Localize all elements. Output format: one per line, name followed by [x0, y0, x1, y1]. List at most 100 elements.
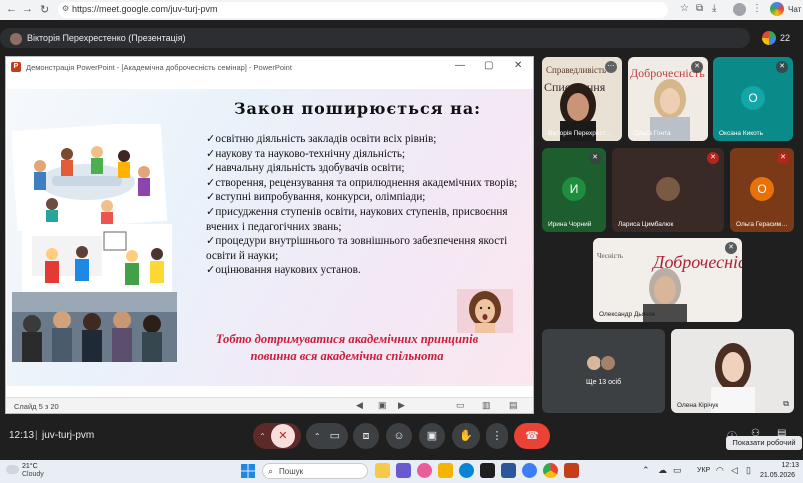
- more-options-button[interactable]: ⋮: [486, 423, 508, 449]
- battery-icon[interactable]: ▭: [673, 465, 682, 476]
- keyboard-language[interactable]: УКР: [697, 467, 710, 474]
- downloads-icon[interactable]: ⤓: [712, 3, 716, 14]
- previous-slide-icon[interactable]: ◀: [356, 400, 363, 411]
- slide-collage-image: [12, 124, 177, 362]
- maximize-icon[interactable]: ▢: [484, 60, 493, 71]
- normal-view-icon[interactable]: ▭: [456, 400, 465, 411]
- edge-icon[interactable]: [459, 463, 474, 478]
- present-button[interactable]: ⧈: [353, 423, 379, 449]
- chevron-up-icon[interactable]: ⌃: [314, 432, 321, 441]
- participant-avatar: И: [562, 177, 586, 201]
- reactions-button[interactable]: ☺: [386, 423, 412, 449]
- participant-video: Доброчесність Чесність: [593, 238, 742, 322]
- next-slide-icon[interactable]: ▶: [398, 400, 405, 411]
- mic-off-icon: ✕: [691, 61, 703, 73]
- wifi-icon[interactable]: ◠: [716, 465, 724, 476]
- participant-tile[interactable]: О ✕ Ольга Герасим…: [730, 148, 794, 232]
- chat-label[interactable]: Чат: [788, 5, 801, 14]
- meeting-code: juv-turj-pvm: [42, 430, 95, 441]
- taskbar-search-placeholder: Пошук: [279, 467, 304, 476]
- powerpoint-window: P Демонстрація PowerPoint - [Академічна …: [5, 56, 534, 414]
- participant-tile[interactable]: Справедливість Списування ⋯ Вікторія Пер…: [542, 57, 622, 141]
- widgets-icon[interactable]: [375, 463, 390, 478]
- participant-avatar: О: [741, 86, 765, 110]
- more-options-icon[interactable]: ⋯: [605, 61, 617, 73]
- back-icon[interactable]: ←: [6, 3, 17, 15]
- browser-toolbar: ← → ↻ ⚙ https://meet.google.com/juv-turj…: [0, 0, 803, 20]
- search-icon: ⌕: [268, 466, 274, 476]
- extensions-icon[interactable]: ⧉: [696, 3, 703, 14]
- powerpoint-window-title: Демонстрація PowerPoint - [Академічна до…: [26, 63, 292, 72]
- clock-date[interactable]: 21.05.2026: [760, 472, 795, 479]
- menu-dots-icon[interactable]: ⋮: [752, 3, 762, 14]
- reload-icon[interactable]: ↻: [40, 3, 49, 16]
- clock-time[interactable]: 12:13: [771, 462, 799, 469]
- participant-tile[interactable]: Доброчесність Чесність ✕ Олександр Дьячо…: [593, 238, 742, 322]
- slide-footer-quote: Тобто дотримуватися академічних принципі…: [215, 332, 479, 363]
- slide-bullet: ✓наукову та науково-технічну діяльність;: [206, 147, 406, 160]
- separator: |: [35, 430, 38, 441]
- participant-tile[interactable]: Доброчесність ✕ Ольга Гонта: [628, 57, 708, 141]
- powerpoint-taskbar-icon[interactable]: [564, 463, 579, 478]
- slide-bg-word: Чесність: [597, 252, 623, 260]
- camera-icon[interactable]: ▭: [330, 430, 340, 442]
- file-explorer-icon[interactable]: [438, 463, 453, 478]
- participant-tile[interactable]: О ✕ Оксана Кикоть: [713, 57, 793, 141]
- captions-icon: ▣: [426, 430, 438, 442]
- slideshow-view-icon[interactable]: ▤: [509, 400, 518, 411]
- slide-heading: Закон поширюється на:: [234, 99, 482, 118]
- site-info-icon[interactable]: ⚙: [62, 4, 69, 13]
- battery-status-icon[interactable]: ▯: [746, 465, 751, 476]
- slide: Закон поширюється на: ✓освітню діяльніст…: [7, 89, 533, 386]
- weather-temperature[interactable]: 21°C: [22, 463, 38, 470]
- slide-bullet: ✓присудження ступенів освіти, наукових с…: [206, 205, 508, 233]
- mic-off-icon: ✕: [589, 152, 601, 164]
- gemini-icon[interactable]: [770, 2, 784, 16]
- participant-tile[interactable]: ✕ Лариса Цимбалюк: [612, 148, 724, 232]
- reading-view-icon[interactable]: ▥: [482, 400, 491, 411]
- captions-button[interactable]: ▣: [419, 423, 445, 449]
- end-call-button[interactable]: ☎: [514, 423, 550, 449]
- cloud-sync-icon[interactable]: ☁: [658, 465, 667, 476]
- zoom-icon[interactable]: [522, 463, 537, 478]
- camera-control[interactable]: ⌃ ▭: [306, 423, 348, 449]
- cloud-icon: [6, 465, 19, 474]
- participant-tile[interactable]: И ✕ Ирина Чорний: [542, 148, 606, 232]
- tile-options-icon[interactable]: ⧉: [783, 399, 789, 409]
- bookmark-star-icon[interactable]: ☆: [680, 3, 689, 14]
- chevron-up-icon[interactable]: ⌃: [642, 465, 650, 476]
- copilot-icon[interactable]: [417, 463, 432, 478]
- slide-bullet: ✓освітню діяльність закладів освіти всіх…: [206, 133, 437, 145]
- word-icon[interactable]: [501, 463, 516, 478]
- slide-sorter-icon[interactable]: ▣: [378, 400, 387, 411]
- people-count[interactable]: 22: [780, 33, 790, 43]
- chrome-icon[interactable]: [543, 463, 558, 478]
- more-participants-tile[interactable]: Ще 13 осіб: [542, 329, 665, 413]
- task-view-icon[interactable]: [396, 463, 411, 478]
- taskbar-search[interactable]: ⌕ Пошук: [262, 463, 368, 479]
- slide-bg-word: Справедливість: [546, 65, 606, 75]
- raise-hand-button[interactable]: ✋: [452, 423, 480, 449]
- microphone-control[interactable]: ⌃ ✕: [253, 423, 301, 449]
- minimize-icon[interactable]: —: [455, 60, 465, 71]
- slide-bullet-list: ✓освітню діяльність закладів освіти всіх…: [206, 132, 526, 278]
- profile-avatar[interactable]: [733, 3, 746, 16]
- people-icon[interactable]: [762, 31, 776, 45]
- presenter-title: Вікторія Перехрестенко (Презентація): [27, 33, 186, 43]
- slide-bullet: ✓створення, рецензування та оприлюднення…: [206, 176, 518, 189]
- chevron-up-icon[interactable]: ⌃: [259, 432, 266, 441]
- participant-avatar: [600, 355, 616, 371]
- participant-name: Ольга Гонта: [634, 130, 671, 137]
- powerpoint-titlebar: P Демонстрація PowerPoint - [Академічна …: [6, 57, 533, 77]
- volume-icon[interactable]: ◁: [731, 465, 738, 476]
- forward-icon[interactable]: →: [22, 3, 33, 15]
- store-icon[interactable]: [480, 463, 495, 478]
- participant-tile[interactable]: Олена Кірічук ⧉: [671, 329, 794, 413]
- close-icon[interactable]: ✕: [514, 60, 522, 71]
- more-participants-label: Ще 13 осіб: [586, 379, 622, 386]
- weather-description[interactable]: Cloudy: [22, 471, 44, 478]
- windows-start-icon[interactable]: [241, 464, 255, 478]
- address-bar[interactable]: ⚙ https://meet.google.com/juv-turj-pvm: [58, 2, 668, 18]
- hangup-icon: ☎: [525, 430, 539, 442]
- mic-off-icon[interactable]: ✕: [270, 424, 295, 448]
